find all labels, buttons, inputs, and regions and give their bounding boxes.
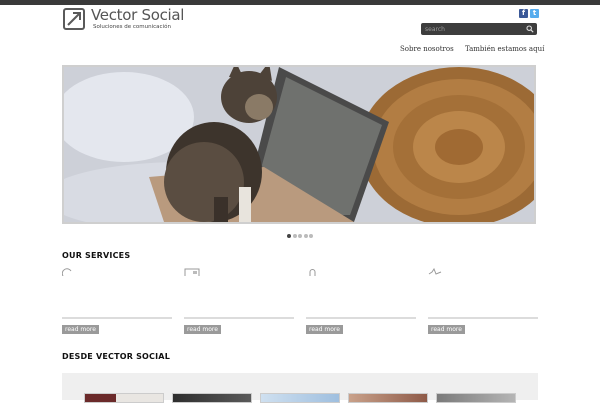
read-more-button[interactable]: read more bbox=[428, 325, 465, 334]
read-more-button[interactable]: read more bbox=[306, 325, 343, 334]
twitter-icon[interactable]: t bbox=[530, 9, 539, 18]
read-more-button[interactable]: read more bbox=[184, 325, 221, 334]
slider-pagination bbox=[287, 234, 315, 240]
read-more-button[interactable]: read more bbox=[62, 325, 99, 334]
services-heading: OUR SERVICES bbox=[62, 251, 131, 260]
chart-icon bbox=[428, 268, 442, 275]
logo-arrow-icon bbox=[63, 8, 85, 30]
service-divider bbox=[62, 317, 172, 319]
service-divider bbox=[306, 317, 416, 319]
site-logo[interactable]: Vector Social Soluciones de comunicación bbox=[63, 6, 184, 32]
service-card-4: read more bbox=[428, 268, 538, 338]
logo-title: Vector Social bbox=[91, 6, 185, 24]
blog-thumbnail[interactable] bbox=[84, 393, 164, 403]
service-card-3: read more bbox=[306, 268, 416, 338]
hero-slider-image bbox=[62, 65, 536, 224]
logo-subtitle: Soluciones de comunicación bbox=[93, 24, 171, 30]
service-card-1: read more bbox=[62, 268, 172, 338]
monitor-icon bbox=[184, 268, 200, 276]
pin-icon bbox=[309, 269, 316, 276]
service-divider bbox=[428, 317, 538, 319]
search-icon[interactable] bbox=[526, 25, 534, 33]
search-input[interactable] bbox=[425, 23, 521, 35]
blog-heading: DESDE VECTOR SOCIAL bbox=[62, 352, 170, 361]
blog-thumbnail[interactable] bbox=[260, 393, 340, 403]
top-bar bbox=[0, 0, 600, 5]
blog-thumbnail[interactable] bbox=[348, 393, 428, 403]
slider-dot-4[interactable] bbox=[303, 234, 308, 238]
nav-item-tambien-estamos-aqui[interactable]: También estamos aquí bbox=[465, 45, 544, 53]
slider-dot-2[interactable] bbox=[292, 234, 297, 238]
blog-thumbnail[interactable] bbox=[172, 393, 252, 403]
blog-thumbnail[interactable] bbox=[436, 393, 516, 403]
globe-icon bbox=[62, 268, 72, 276]
nav-item-sobre-nosotros[interactable]: Sobre nosotros bbox=[400, 45, 454, 53]
facebook-icon[interactable]: f bbox=[519, 9, 528, 18]
search-box bbox=[421, 23, 537, 35]
slider-dot-1[interactable] bbox=[287, 234, 291, 238]
slider-dot-3[interactable] bbox=[298, 234, 302, 238]
service-card-2: read more bbox=[184, 268, 294, 338]
service-divider bbox=[184, 317, 294, 319]
slider-dot-5[interactable] bbox=[309, 234, 313, 238]
